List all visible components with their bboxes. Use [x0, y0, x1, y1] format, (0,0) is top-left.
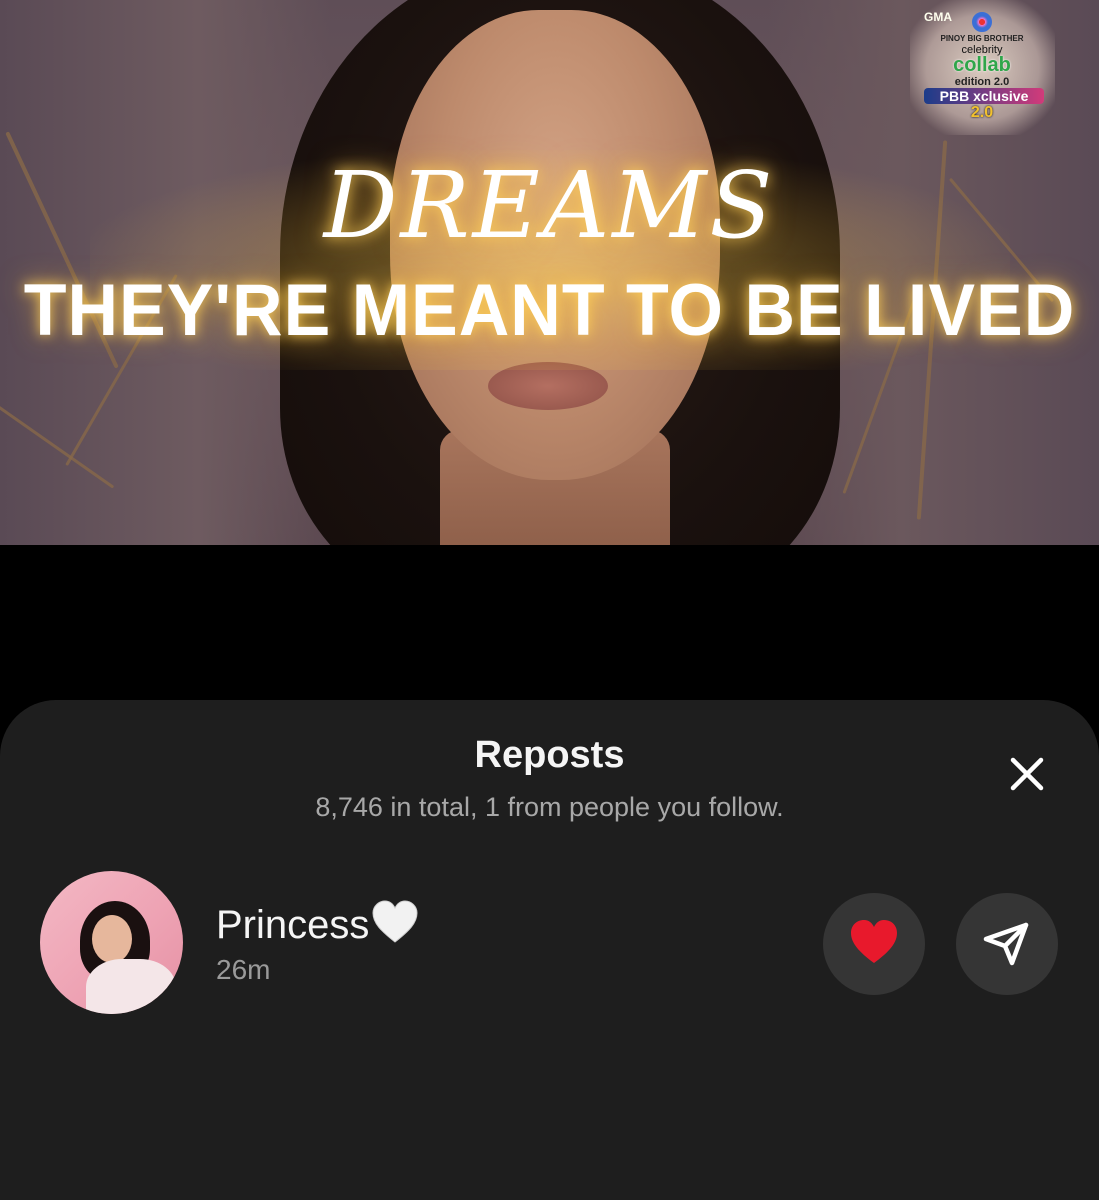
reposts-summary: 8,746 in total, 1 from people you follow…	[315, 792, 784, 822]
like-button[interactable]	[823, 893, 925, 995]
reposter-name: Princess	[216, 903, 370, 947]
video-headline: DREAMS	[323, 152, 776, 259]
sheet-title: Reposts	[474, 734, 625, 776]
avatar-face	[92, 915, 132, 963]
logo-line-1: PINOY BIG BROTHER	[940, 34, 1024, 43]
close-button[interactable]	[1003, 750, 1051, 798]
logo-line-6: 2.0	[970, 104, 994, 121]
repost-time: 26m	[216, 954, 271, 985]
heart-icon	[851, 920, 897, 963]
video-frame[interactable]: DREAMS THEY'RE MEANT TO BE LIVED GMA PIN…	[0, 0, 1099, 545]
reposter-username[interactable]: Princess	[216, 900, 419, 948]
close-icon	[1010, 757, 1044, 791]
logo-line-3: collab	[953, 54, 1011, 76]
avatar-body	[86, 959, 176, 1014]
send-button[interactable]	[956, 893, 1058, 995]
logo-line-5: PBB xclusive	[924, 88, 1044, 104]
logo-line-4: edition 2.0	[954, 76, 1010, 88]
send-icon	[983, 922, 1029, 966]
logo-network: GMA	[924, 10, 952, 24]
video-subheadline: THEY'RE MEANT TO BE LIVED	[23, 269, 1076, 351]
pbb-eye-icon	[972, 12, 992, 32]
reposter-row[interactable]	[0, 870, 1099, 1020]
white-heart-icon	[372, 900, 418, 943]
avatar[interactable]	[40, 871, 183, 1014]
show-logo: GMA PINOY BIG BROTHER celebrity collab e…	[916, 6, 1048, 130]
